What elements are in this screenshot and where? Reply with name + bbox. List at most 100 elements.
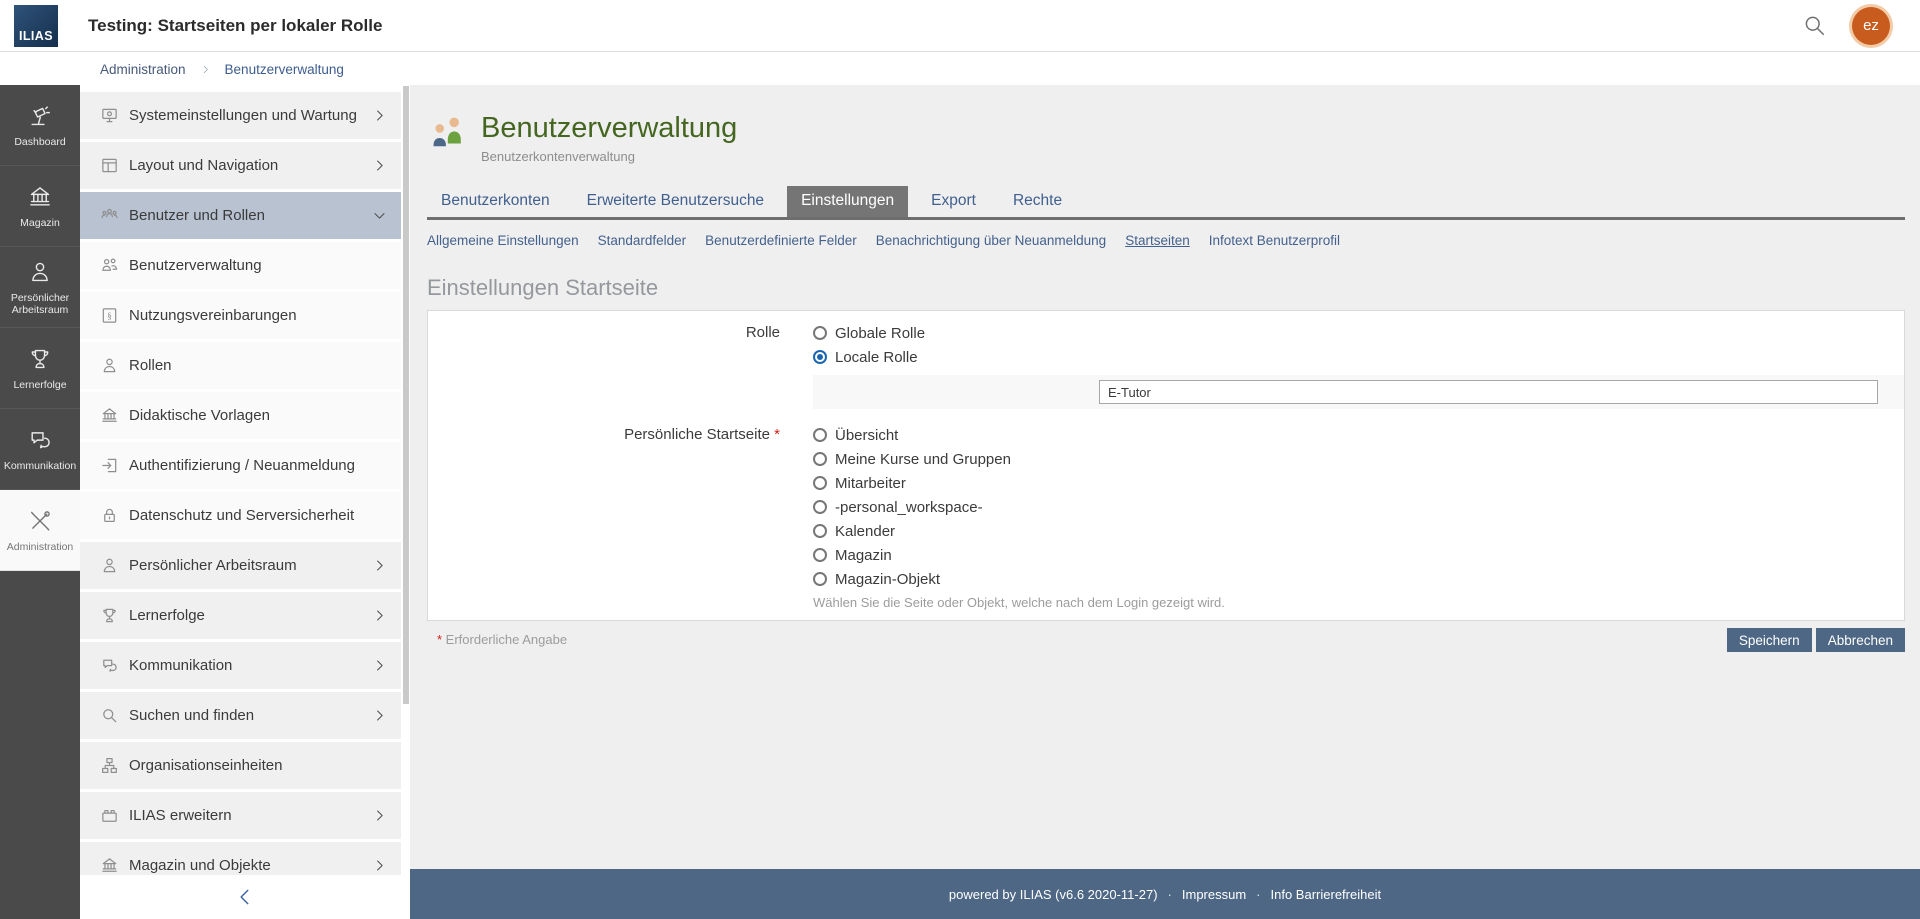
bank-icon xyxy=(100,406,119,425)
rail-item-administration[interactable]: Administration xyxy=(0,490,80,571)
radio-option-magazin-objekt[interactable]: Magazin-Objekt xyxy=(813,567,1904,591)
subtab-standardfelder[interactable]: Standardfelder xyxy=(598,233,687,248)
layout-icon xyxy=(100,156,119,175)
rail-item-magazin[interactable]: Magazin xyxy=(0,166,80,247)
chevron-left-icon[interactable] xyxy=(234,886,256,908)
sidebar-item-layout-und-navigation[interactable]: Layout und Navigation xyxy=(80,142,401,189)
sidebar-item-lernerfolge[interactable]: Lernerfolge xyxy=(80,592,401,639)
sidebar-item-nutzungsvereinbarungen[interactable]: §Nutzungsvereinbarungen xyxy=(80,292,401,339)
sidebar-scrollbar[interactable] xyxy=(403,86,409,704)
sidebar-item-personlicher-arbeitsraum[interactable]: Persönlicher Arbeitsraum xyxy=(80,542,401,589)
sidebar-item-label: Nutzungsvereinbarungen xyxy=(129,307,297,324)
sidebar-item-rollen[interactable]: Rollen xyxy=(80,342,401,389)
trophy-icon xyxy=(27,346,53,372)
administration-menu: Systemeinstellungen und WartungLayout un… xyxy=(80,85,401,875)
ilias-logo[interactable]: ILIAS xyxy=(14,5,58,47)
rail-item-dashboard[interactable]: Dashboard xyxy=(0,85,80,166)
users-color-icon xyxy=(429,114,467,152)
local-role-input[interactable] xyxy=(1099,380,1878,404)
radio-option-label: Mitarbeiter xyxy=(835,475,906,492)
page-subtitle: Benutzerkontenverwaltung xyxy=(481,149,737,164)
radio-option-label: Globale Rolle xyxy=(835,325,925,342)
chevron-right-icon xyxy=(372,558,387,573)
rail-item-personlicher-arbeitsraum[interactable]: Persönlicher Arbeitsraum xyxy=(0,247,80,328)
radio-icon xyxy=(813,452,827,466)
radio-icon xyxy=(813,476,827,490)
person-icon xyxy=(100,556,119,575)
footer-link-impressum[interactable]: Impressum xyxy=(1182,887,1246,902)
tab-benutzerkonten[interactable]: Benutzerkonten xyxy=(427,186,564,217)
form-row: RolleGlobale RolleLocale Rolle xyxy=(428,321,1904,409)
tools-icon xyxy=(27,508,53,534)
radio-option-label: Magazin-Objekt xyxy=(835,571,940,588)
speichern-button[interactable]: Speichern xyxy=(1727,628,1812,652)
breadcrumb-link-administration[interactable]: Administration xyxy=(100,62,186,77)
radio-option-ubersicht[interactable]: Übersicht xyxy=(813,423,1904,447)
radio-option-label: -personal_workspace- xyxy=(835,499,983,516)
breadcrumb-link-benutzerverwaltung[interactable]: Benutzerverwaltung xyxy=(225,62,344,77)
subtab-startseiten[interactable]: Startseiten xyxy=(1125,233,1190,248)
sidebar-item-datenschutz-und-serversicherheit[interactable]: Datenschutz und Serversicherheit xyxy=(80,492,401,539)
chevron-right-icon xyxy=(372,658,387,673)
footer-link-info-barrierefreiheit[interactable]: Info Barrierefreiheit xyxy=(1271,887,1382,902)
sidebar-item-label: Suchen und finden xyxy=(129,707,254,724)
administration-slate: Systemeinstellungen und WartungLayout un… xyxy=(80,85,410,919)
tab-einstellungen[interactable]: Einstellungen xyxy=(787,186,908,217)
radio-icon xyxy=(813,524,827,538)
sidebar-item-ilias-erweitern[interactable]: ILIAS erweitern xyxy=(80,792,401,839)
sidebar-item-authentifizierung-neuanmeldung[interactable]: Authentifizierung / Neuanmeldung xyxy=(80,442,401,489)
sidebar-item-benutzerverwaltung[interactable]: Benutzerverwaltung xyxy=(80,242,401,289)
radio-option-meine-kurse-und-gruppen[interactable]: Meine Kurse und Gruppen xyxy=(813,447,1904,471)
chevron-right-icon xyxy=(372,858,387,873)
rail-item-kommunikation[interactable]: Kommunikation xyxy=(0,409,80,490)
required-note: * Erforderliche Angabe xyxy=(437,628,567,652)
subtab-allgemeine-einstellungen[interactable]: Allgemeine Einstellungen xyxy=(427,233,579,248)
breadcrumb: Administration Benutzerverwaltung xyxy=(0,53,1920,85)
chevron-right-icon xyxy=(200,64,211,75)
sidebar-item-didaktische-vorlagen[interactable]: Didaktische Vorlagen xyxy=(80,392,401,439)
sidebar-item-suchen-und-finden[interactable]: Suchen und finden xyxy=(80,692,401,739)
radio-dot xyxy=(817,456,823,462)
radio-dot xyxy=(817,552,823,558)
radio-icon xyxy=(813,572,827,586)
radio-dot xyxy=(817,330,823,336)
sidebar-item-label: Benutzer und Rollen xyxy=(129,207,265,224)
tab-rechte[interactable]: Rechte xyxy=(999,186,1076,217)
sidebar-item-magazin-und-objekte[interactable]: Magazin und Objekte xyxy=(80,842,401,875)
search-icon[interactable] xyxy=(1801,12,1828,39)
chevron-right-icon xyxy=(372,158,387,173)
subtab-benachrichtigung-uber-neuanmeldung[interactable]: Benachrichtigung über Neuanmeldung xyxy=(876,233,1106,248)
radio-dot xyxy=(817,576,823,582)
subtab-benutzerdefinierte-felder[interactable]: Benutzerdefinierte Felder xyxy=(705,233,857,248)
radio-option-globale-rolle[interactable]: Globale Rolle xyxy=(813,321,1904,345)
radio-option-locale-rolle[interactable]: Locale Rolle xyxy=(813,345,1904,369)
rail-item-label: Kommunikation xyxy=(1,460,79,472)
chevron-right-icon xyxy=(372,708,387,723)
form-section-heading: Einstellungen Startseite xyxy=(427,275,1905,301)
avatar[interactable]: ez xyxy=(1852,7,1890,45)
sidebar-item-kommunikation[interactable]: Kommunikation xyxy=(80,642,401,689)
powered-by-link[interactable]: powered by ILIAS (v6.6 2020-11-27) xyxy=(949,887,1158,902)
sidebar-item-organisationseinheiten[interactable]: Organisationseinheiten xyxy=(80,742,401,789)
sidebar-item-systemeinstellungen-und-wartung[interactable]: Systemeinstellungen und Wartung xyxy=(80,92,401,139)
radio-option-label: Locale Rolle xyxy=(835,349,918,366)
form-row: Persönliche Startseite *ÜbersichtMeine K… xyxy=(428,423,1904,610)
radio-option-kalender[interactable]: Kalender xyxy=(813,519,1904,543)
radio-dot xyxy=(817,528,823,534)
brick-icon xyxy=(100,806,119,825)
radio-option-label: Magazin xyxy=(835,547,892,564)
orgchart-icon xyxy=(100,756,119,775)
chat-icon xyxy=(27,427,53,453)
radio-dot xyxy=(817,504,823,510)
subtab-infotext-benutzerprofil[interactable]: Infotext Benutzerprofil xyxy=(1209,233,1340,248)
abbrechen-button[interactable]: Abbrechen xyxy=(1816,628,1905,652)
rail-item-lernerfolge[interactable]: Lernerfolge xyxy=(0,328,80,409)
form-byline: Wählen Sie die Seite oder Objekt, welche… xyxy=(813,595,1904,610)
sidebar-item-benutzer-und-rollen[interactable]: Benutzer und Rollen xyxy=(80,192,401,239)
tab-erweiterte-benutzersuche[interactable]: Erweiterte Benutzersuche xyxy=(573,186,778,217)
radio-option-magazin[interactable]: Magazin xyxy=(813,543,1904,567)
radio-option-personal-workspace[interactable]: -personal_workspace- xyxy=(813,495,1904,519)
tab-export[interactable]: Export xyxy=(917,186,990,217)
radio-dot xyxy=(817,432,823,438)
radio-option-mitarbeiter[interactable]: Mitarbeiter xyxy=(813,471,1904,495)
